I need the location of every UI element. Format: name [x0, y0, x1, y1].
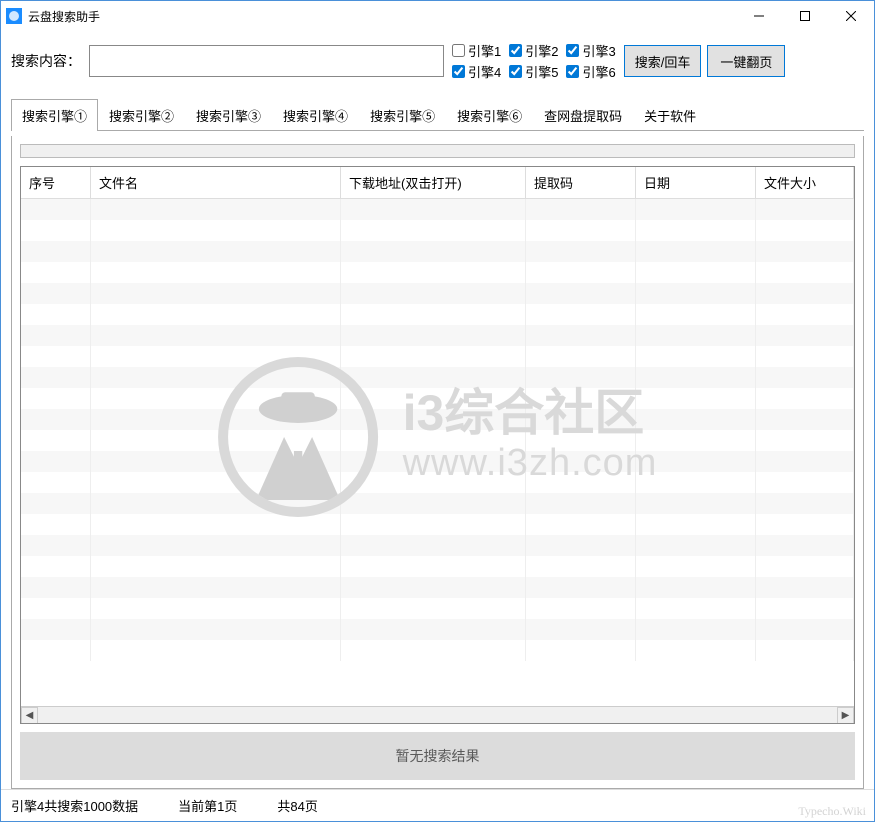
search-input[interactable] — [89, 45, 444, 77]
status-total-pages: 共84页 — [277, 796, 317, 815]
engine-checkbox-6[interactable] — [566, 65, 579, 78]
tab-engine-2[interactable]: 搜索引擎② — [98, 99, 185, 131]
statusbar: 引擎4共搜索1000数据 当前第1页 共84页 — [1, 789, 874, 821]
tab-about[interactable]: 关于软件 — [633, 99, 707, 131]
table-row[interactable] — [21, 262, 854, 283]
table-header: 序号 文件名 下载地址(双击打开) 提取码 日期 文件大小 — [21, 167, 854, 199]
engine-checkbox-4[interactable] — [452, 65, 465, 78]
table-row[interactable] — [21, 535, 854, 556]
scroll-right-button[interactable]: ▶ — [837, 707, 854, 724]
search-row: 搜索内容： 引擎1 引擎2 引擎3 引擎4 引擎5 引擎6 搜索/回车 一键翻页 — [1, 31, 874, 89]
engine-check-2[interactable]: 引擎2 — [509, 41, 558, 60]
table-row[interactable] — [21, 220, 854, 241]
engine-checkbox-5[interactable] — [509, 65, 522, 78]
table-row[interactable] — [21, 514, 854, 535]
app-icon — [6, 8, 22, 24]
status-data-count: 引擎4共搜索1000数据 — [11, 796, 138, 815]
table-row[interactable] — [21, 346, 854, 367]
search-button[interactable]: 搜索/回车 — [624, 45, 702, 77]
engine-check-4[interactable]: 引擎4 — [452, 62, 501, 81]
col-filename[interactable]: 文件名 — [91, 167, 341, 199]
table-row[interactable] — [21, 199, 854, 220]
col-code[interactable]: 提取码 — [526, 167, 636, 199]
engine-check-6[interactable]: 引擎6 — [566, 62, 615, 81]
horizontal-scrollbar[interactable]: ◀ ▶ — [21, 706, 854, 723]
no-result-message: 暂无搜索结果 — [20, 732, 855, 780]
footer-watermark: Typecho.Wiki — [798, 804, 866, 819]
status-current-page: 当前第1页 — [178, 796, 237, 815]
table-row[interactable] — [21, 241, 854, 262]
table-row[interactable] — [21, 556, 854, 577]
engine-checkbox-3[interactable] — [566, 44, 579, 57]
table-row[interactable] — [21, 304, 854, 325]
page-button[interactable]: 一键翻页 — [707, 45, 785, 77]
results-table: 序号 文件名 下载地址(双击打开) 提取码 日期 文件大小 — [20, 166, 855, 724]
tab-engine-5[interactable]: 搜索引擎⑤ — [359, 99, 446, 131]
engine-checkbox-2[interactable] — [509, 44, 522, 57]
tab-extract-code[interactable]: 查网盘提取码 — [533, 99, 633, 131]
col-download[interactable]: 下载地址(双击打开) — [341, 167, 526, 199]
chevron-left-icon: ◀ — [26, 710, 34, 721]
table-row[interactable] — [21, 451, 854, 472]
minimize-button[interactable] — [736, 1, 782, 31]
table-row[interactable] — [21, 493, 854, 514]
scroll-track[interactable] — [38, 707, 837, 724]
table-row[interactable] — [21, 367, 854, 388]
chevron-right-icon: ▶ — [842, 710, 850, 721]
table-row[interactable] — [21, 598, 854, 619]
table-row[interactable] — [21, 430, 854, 451]
table-row[interactable] — [21, 283, 854, 304]
engine-check-3[interactable]: 引擎3 — [566, 41, 615, 60]
engine-checkboxes: 引擎1 引擎2 引擎3 引擎4 引擎5 引擎6 — [452, 41, 616, 81]
col-size[interactable]: 文件大小 — [756, 167, 854, 199]
table-row[interactable] — [21, 325, 854, 346]
engine-check-1[interactable]: 引擎1 — [452, 41, 501, 60]
table-body: i3综合社区 www.i3zh.com — [21, 199, 854, 706]
titlebar: 云盘搜索助手 — [1, 1, 874, 31]
tab-engine-3[interactable]: 搜索引擎③ — [185, 99, 272, 131]
table-row[interactable] — [21, 640, 854, 661]
engine-checkbox-1[interactable] — [452, 44, 465, 57]
table-row[interactable] — [21, 619, 854, 640]
table-row[interactable] — [21, 577, 854, 598]
table-row[interactable] — [21, 472, 854, 493]
engine-check-5[interactable]: 引擎5 — [509, 62, 558, 81]
table-row[interactable] — [21, 388, 854, 409]
tab-engine-4[interactable]: 搜索引擎④ — [272, 99, 359, 131]
col-date[interactable]: 日期 — [636, 167, 756, 199]
tab-engine-6[interactable]: 搜索引擎⑥ — [446, 99, 533, 131]
table-row[interactable] — [21, 409, 854, 430]
window-title: 云盘搜索助手 — [28, 8, 736, 25]
progress-bar — [20, 144, 855, 158]
tab-content: 序号 文件名 下载地址(双击打开) 提取码 日期 文件大小 — [11, 136, 864, 789]
scroll-left-button[interactable]: ◀ — [21, 707, 38, 724]
col-index[interactable]: 序号 — [21, 167, 91, 199]
tabs: 搜索引擎① 搜索引擎② 搜索引擎③ 搜索引擎④ 搜索引擎⑤ 搜索引擎⑥ 查网盘提… — [1, 89, 874, 131]
maximize-button[interactable] — [782, 1, 828, 31]
close-button[interactable] — [828, 1, 874, 31]
search-label: 搜索内容： — [11, 51, 81, 71]
tab-engine-1[interactable]: 搜索引擎① — [11, 99, 98, 131]
